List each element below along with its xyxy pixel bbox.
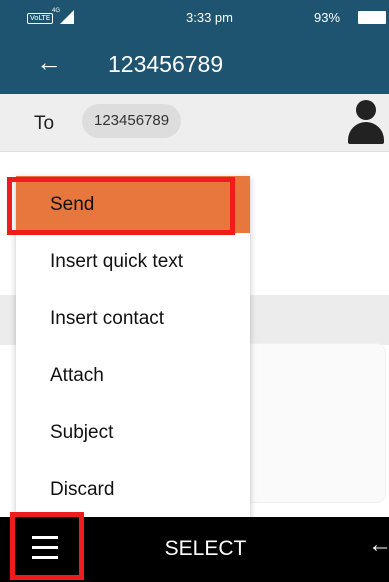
- person-icon[interactable]: [346, 100, 386, 146]
- battery-percent: 93%: [314, 10, 341, 25]
- recipient-chip[interactable]: 123456789: [82, 104, 182, 138]
- app-header: ← 123456789: [0, 34, 389, 94]
- arrow-left-icon[interactable]: ←: [368, 531, 389, 559]
- menu-item-subject[interactable]: Subject: [16, 404, 250, 461]
- menu-item-discard[interactable]: Discard: [16, 461, 250, 518]
- highlight-box-send: [7, 177, 235, 235]
- recipient-row: To 123456789: [0, 94, 389, 152]
- to-label: To: [34, 113, 55, 134]
- menu-item-attach[interactable]: Attach: [16, 347, 250, 404]
- highlight-box-menu: [10, 512, 84, 580]
- arrow-left-icon[interactable]: ←: [36, 47, 62, 77]
- status-bar: VoLTE 4G 3:33 pm 93%: [0, 0, 389, 34]
- menu-item-insert-contact[interactable]: Insert contact: [16, 290, 250, 347]
- menu-item-insert-quick-text[interactable]: Insert quick text: [16, 233, 250, 290]
- conversation-title: 123456789: [108, 51, 224, 77]
- battery-icon: [358, 11, 386, 24]
- message-input-box[interactable]: [240, 343, 386, 503]
